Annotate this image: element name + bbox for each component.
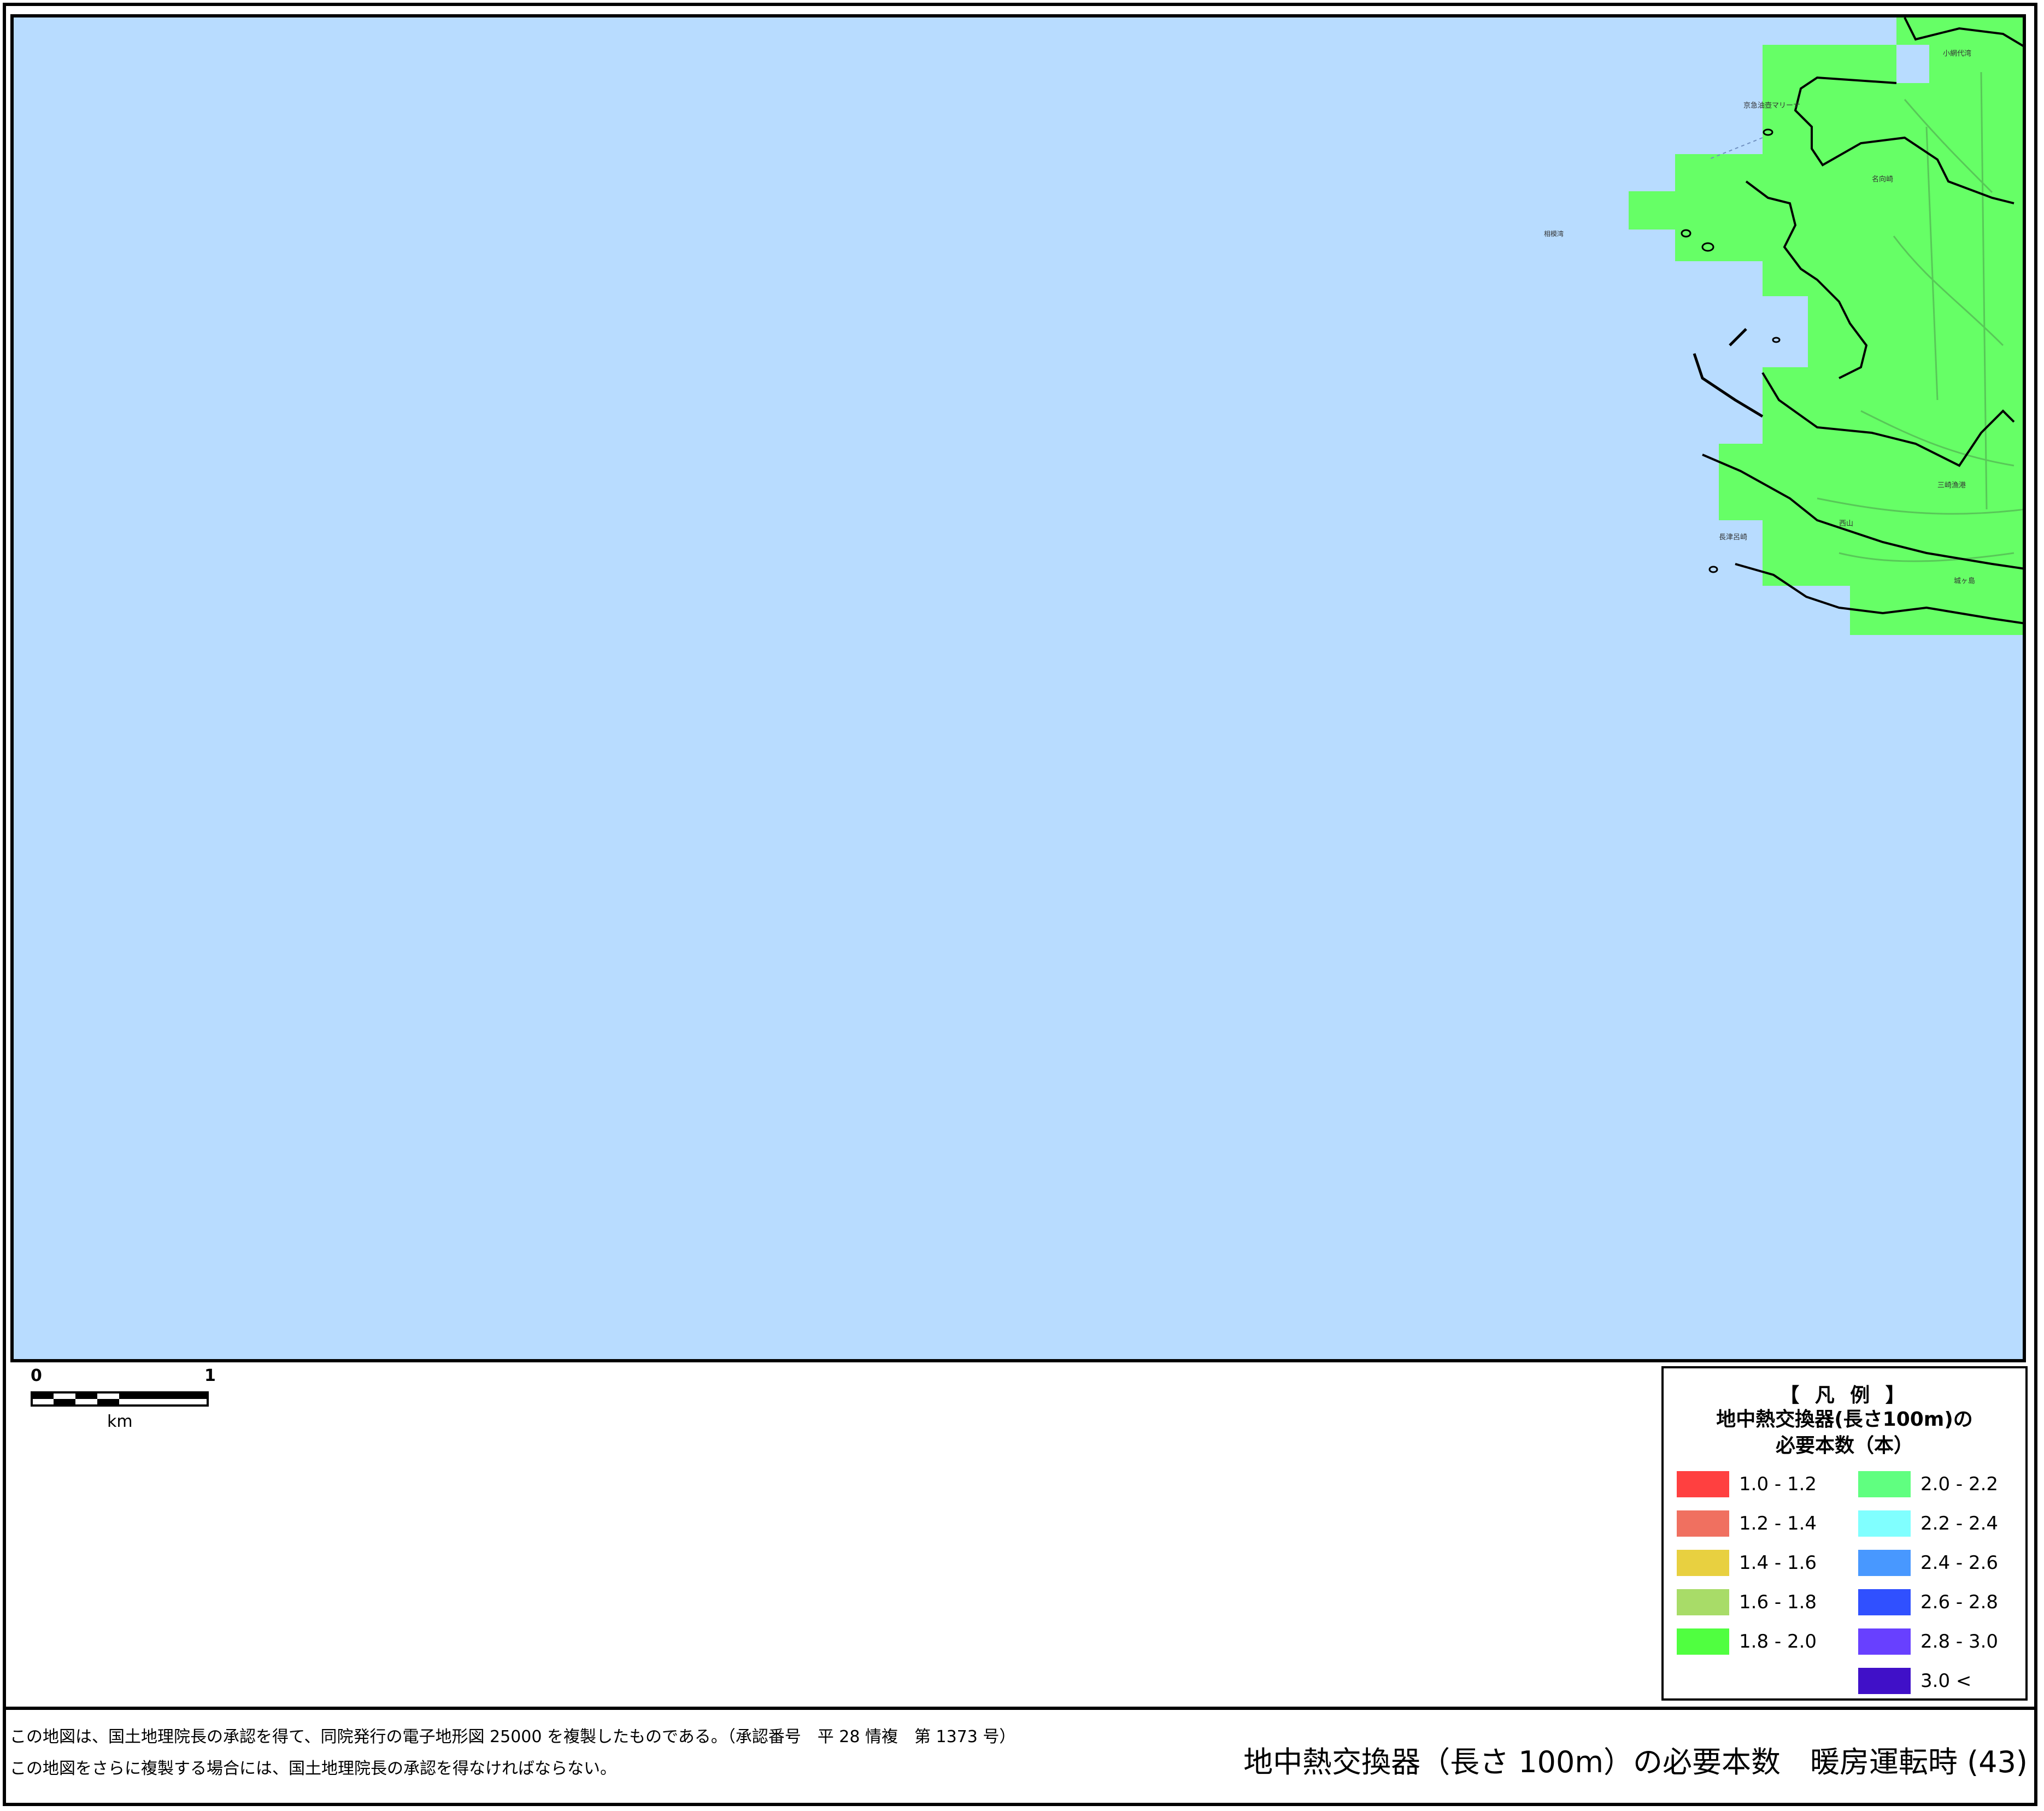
legend: 【 凡 例 】 地中熱交換器(長さ100m)の 必要本数（本） 1.0 - 1.…: [1661, 1366, 2028, 1701]
place-label: 名向崎: [1872, 175, 1893, 184]
legend-item: 2.0 - 2.2: [1858, 1470, 1998, 1498]
scale-start-label: 0: [31, 1366, 42, 1385]
legend-swatch: [1858, 1668, 1911, 1694]
legend-item: 1.8 - 2.0: [1677, 1627, 1817, 1656]
legend-swatch: [1677, 1550, 1729, 1576]
map-area[interactable]: 小網代湾 京急油壺マリーナ 相模湾 長津呂崎 三崎漁港 城ヶ島 西山 名向崎: [10, 14, 2026, 1362]
legend-label: 1.0 - 1.2: [1739, 1473, 1817, 1495]
land-grid-cells: [1629, 17, 2023, 635]
map-credit-line-1: この地図は、国土地理院長の承認を得て、同院発行の電子地形図 25000 を複製し…: [10, 1727, 1016, 1747]
legend-item: 1.6 - 1.8: [1677, 1588, 1817, 1616]
map-canvas: 小網代湾 京急油壺マリーナ 相模湾 長津呂崎 三崎漁港 城ヶ島 西山 名向崎: [1544, 17, 2023, 635]
legend-swatch: [1677, 1471, 1729, 1497]
water-inlet: [1896, 45, 1929, 83]
grid-cell: [1808, 261, 1906, 299]
place-label: 相模湾: [1544, 230, 1564, 238]
scale-unit-label: km: [107, 1412, 133, 1431]
grid-cell: [1629, 191, 1773, 230]
grid-cell: [1763, 520, 1905, 586]
scale-bar: 0 1 km: [31, 1366, 216, 1432]
legend-item: 2.8 - 3.0: [1858, 1627, 1998, 1656]
legend-swatch: [1677, 1510, 1729, 1537]
map-title: 地中熱交換器（長さ 100m）の必要本数 暖房運転時 (43): [1243, 1745, 2028, 1779]
legend-item: 3.0 <: [1858, 1667, 1971, 1695]
legend-label: 3.0 <: [1920, 1670, 1972, 1692]
legend-swatch: [1858, 1550, 1911, 1576]
grid-cell: [1896, 17, 2023, 635]
legend-swatch: [1677, 1589, 1729, 1615]
legend-item: 1.0 - 1.2: [1677, 1470, 1817, 1498]
map-credit-line-2: この地図をさらに複製する場合には、国土地理院長の承認を得なければならない。: [10, 1759, 616, 1778]
legend-label: 1.4 - 1.6: [1739, 1552, 1817, 1574]
legend-item: 1.2 - 1.4: [1677, 1509, 1817, 1538]
legend-swatch: [1858, 1471, 1911, 1497]
place-label: 長津呂崎: [1719, 533, 1747, 542]
legend-label: 2.6 - 2.8: [1920, 1591, 1999, 1613]
legend-subtitle: 地中熱交換器(長さ100m)の: [1716, 1408, 1973, 1431]
place-label: 京急油壺マリーナ: [1743, 102, 1800, 110]
legend-swatch: [1858, 1628, 1911, 1655]
breakwater-short: [1729, 328, 1747, 346]
legend-swatch: [1858, 1510, 1911, 1537]
place-label: 城ヶ島: [1954, 577, 1975, 585]
footer-divider: [3, 1707, 2037, 1710]
legend-swatch: [1677, 1628, 1729, 1655]
legend-item: 2.6 - 2.8: [1858, 1588, 1998, 1616]
grid-cell: [1675, 154, 1773, 192]
legend-item: 2.4 - 2.6: [1858, 1549, 1998, 1577]
legend-label: 1.8 - 2.0: [1739, 1631, 1817, 1653]
place-label: 小網代湾: [1943, 49, 1971, 58]
legend-label: 2.2 - 2.4: [1920, 1513, 1999, 1534]
place-label: 三崎漁港: [1937, 481, 1966, 490]
legend-item: 2.2 - 2.4: [1858, 1509, 1998, 1538]
legend-unit: 必要本数（本）: [1775, 1434, 1913, 1457]
grid-cell: [1763, 367, 1905, 444]
scale-graphic: [31, 1391, 209, 1407]
breakwater: [1693, 353, 1764, 418]
grid-cell: [1763, 45, 1905, 83]
legend-label: 1.6 - 1.8: [1739, 1591, 1817, 1613]
legend-label: 2.0 - 2.2: [1920, 1473, 1999, 1495]
legend-item: 1.4 - 1.6: [1677, 1549, 1817, 1577]
place-label: 西山: [1839, 520, 1853, 528]
legend-swatch: [1858, 1589, 1911, 1615]
legend-label: 2.8 - 3.0: [1920, 1631, 1999, 1653]
legend-label: 2.4 - 2.6: [1920, 1552, 1999, 1574]
scale-end-label: 1: [204, 1366, 216, 1385]
legend-label: 1.2 - 1.4: [1739, 1513, 1817, 1534]
